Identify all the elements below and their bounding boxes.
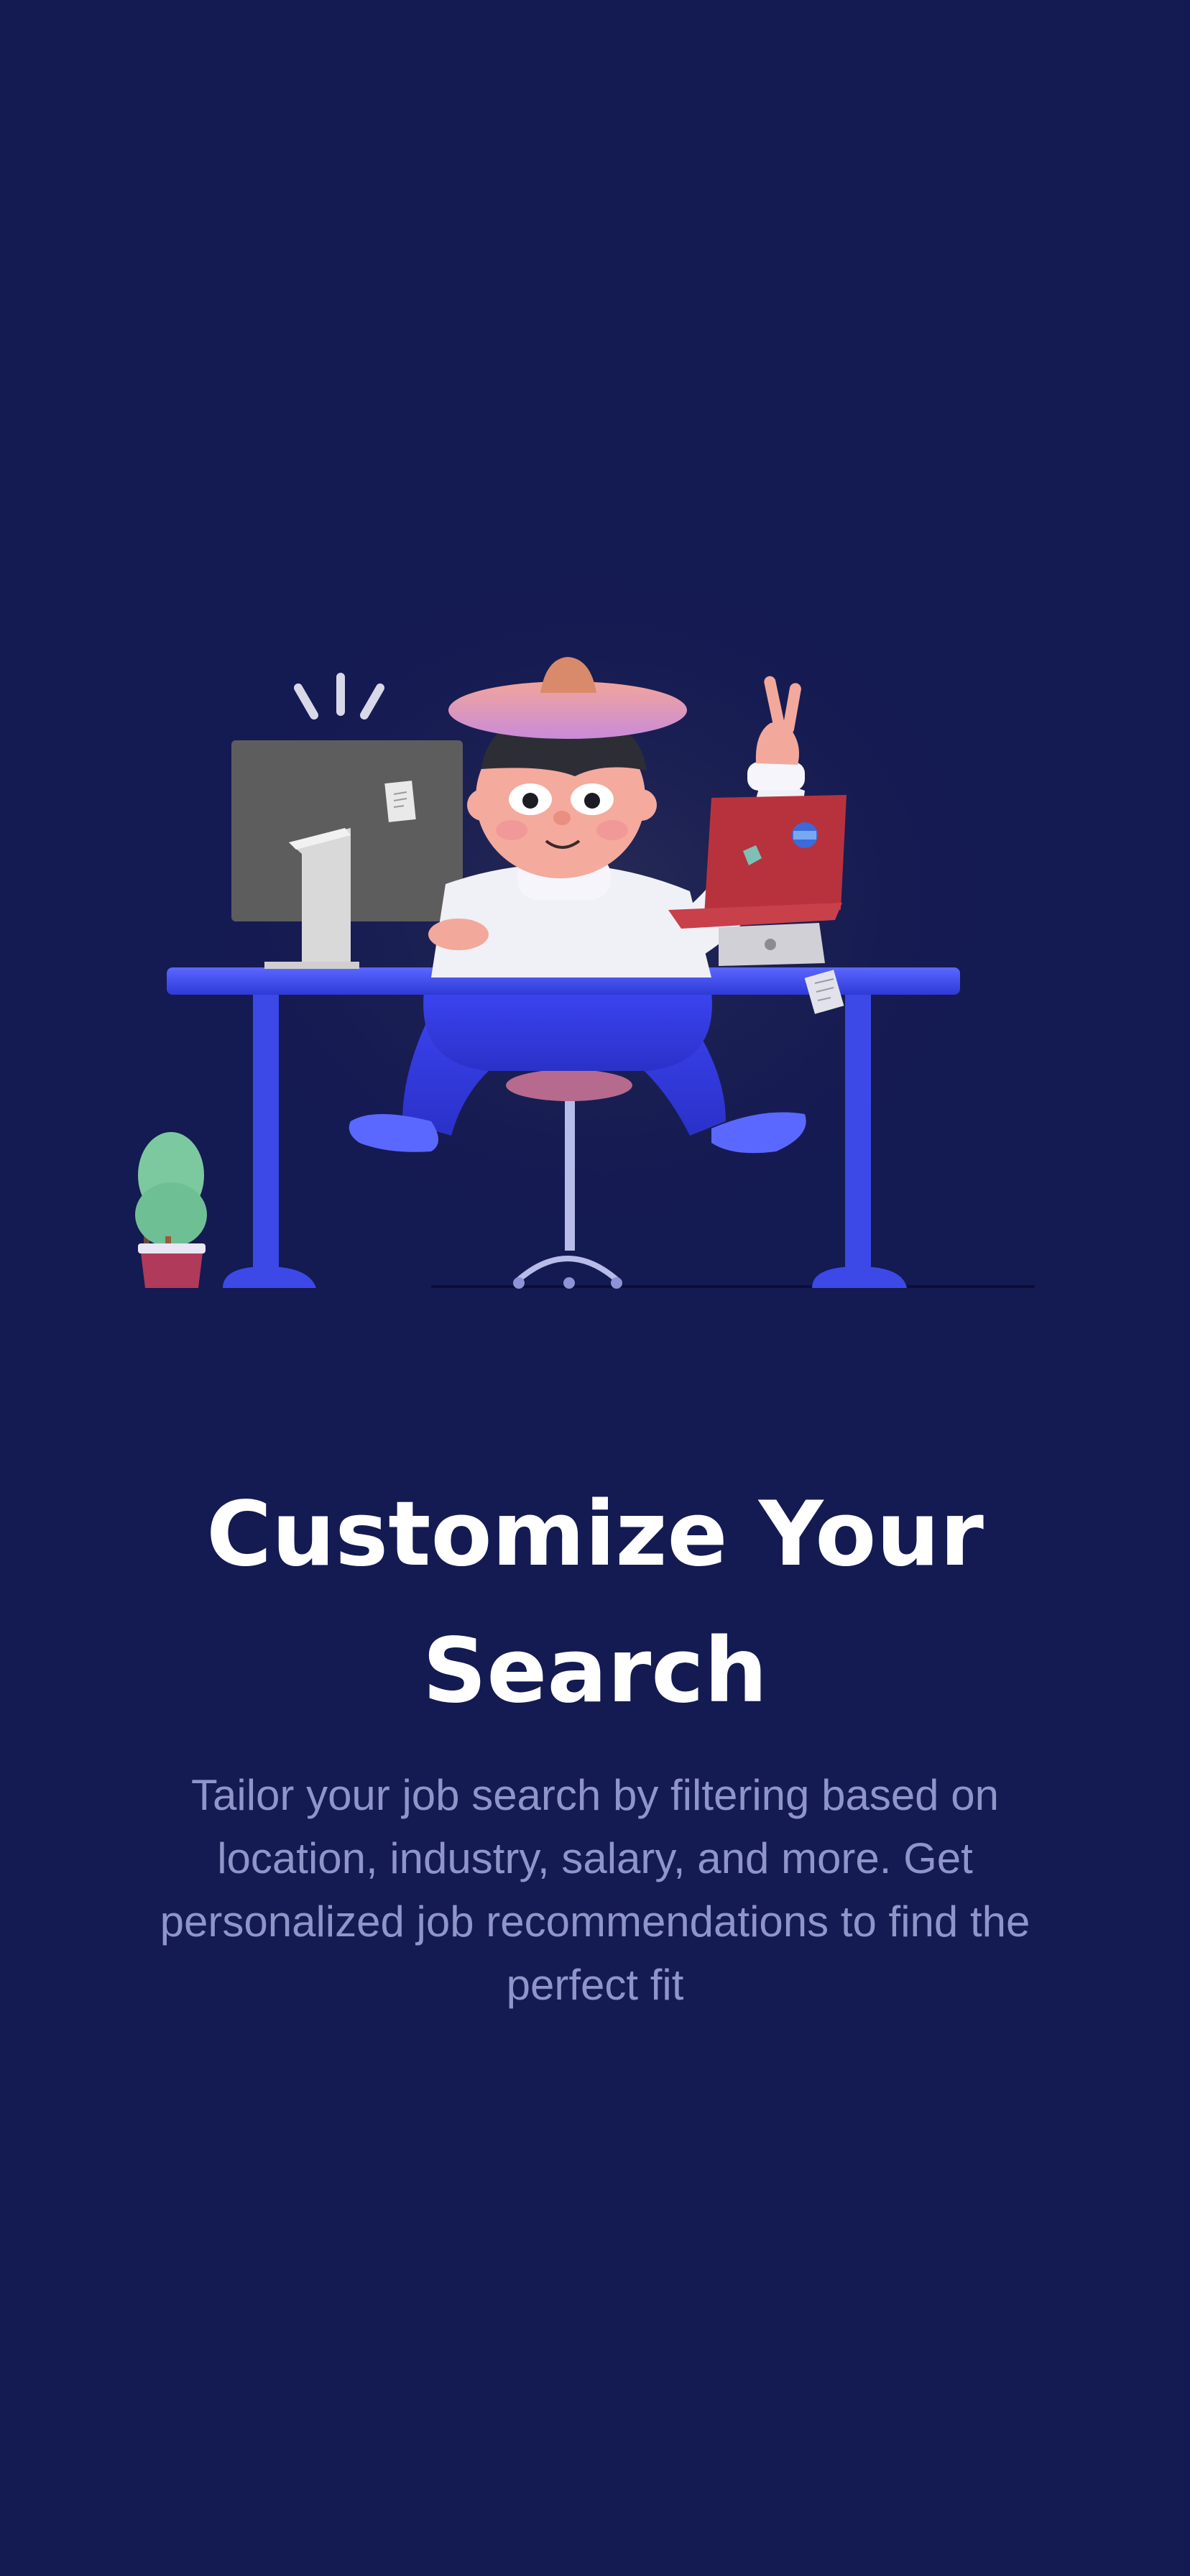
desk-foot-left [223,1266,316,1288]
desk-leg-right [845,978,871,1279]
workspace-illustration-svg [135,525,1042,1289]
desk-leg-left [253,978,279,1279]
potted-plant [135,1132,207,1288]
page-title: Customize Your Search [206,1483,984,1723]
workspace-illustration [0,503,1190,1438]
page-description: Tailor your job search by filtering base… [160,1771,1030,2009]
onboarding-screen: Customize Your Search Tailor your job se… [0,0,1190,2576]
desk-foot-right [812,1266,907,1288]
